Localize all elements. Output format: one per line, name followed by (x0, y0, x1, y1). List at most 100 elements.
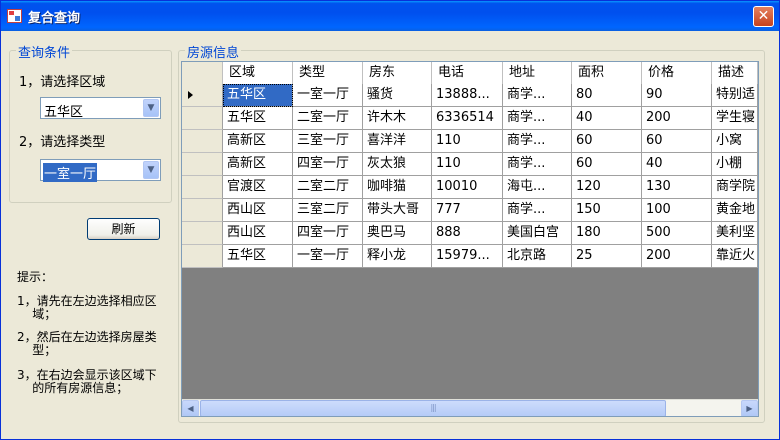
table-cell[interactable]: 777 (432, 199, 503, 222)
table-cell[interactable]: 商学... (503, 153, 572, 176)
table-cell[interactable]: 25 (572, 245, 642, 268)
table-cell[interactable]: 40 (642, 153, 712, 176)
table-cell[interactable]: 500 (642, 222, 712, 245)
row-header[interactable] (182, 107, 223, 130)
column-header-region[interactable]: 区域 (223, 62, 293, 84)
table-cell[interactable]: 10010 (432, 176, 503, 199)
column-header-address[interactable]: 地址 (503, 62, 572, 84)
table-cell[interactable]: 四室一厅 (293, 222, 363, 245)
table-cell[interactable]: 150 (572, 199, 642, 222)
row-header[interactable] (182, 84, 223, 107)
table-cell[interactable]: 带头大哥 (363, 199, 432, 222)
table-cell[interactable]: 奥巴马 (363, 222, 432, 245)
table-cell[interactable]: 110 (432, 153, 503, 176)
table-cell[interactable]: 美国白宫 (503, 222, 572, 245)
table-cell[interactable]: 骚货 (363, 84, 432, 107)
table-cell[interactable]: 180 (572, 222, 642, 245)
table-cell[interactable]: 110 (432, 130, 503, 153)
table-cell[interactable]: 二室二厅 (293, 176, 363, 199)
table-cell[interactable]: 高新区 (223, 130, 293, 153)
scroll-left-icon[interactable]: ◀ (182, 400, 199, 416)
title-bar[interactable]: 复合查询 ✕ (1, 1, 779, 31)
table-cell[interactable]: 靠近火 (712, 245, 758, 268)
row-header[interactable] (182, 176, 223, 199)
table-cell[interactable]: 小棚 (712, 153, 758, 176)
table-cell[interactable]: 一室一厅 (293, 245, 363, 268)
table-cell[interactable]: 释小龙 (363, 245, 432, 268)
table-cell[interactable]: 海屯... (503, 176, 572, 199)
table-cell[interactable]: 100 (642, 199, 712, 222)
table-cell[interactable]: 888 (432, 222, 503, 245)
table-cell[interactable]: 120 (572, 176, 642, 199)
column-header-price[interactable]: 价格 (642, 62, 712, 84)
row-header[interactable] (182, 153, 223, 176)
chevron-down-icon[interactable]: ▼ (143, 99, 159, 117)
table-cell[interactable]: 商学... (503, 84, 572, 107)
region-select[interactable]: 五华区 ▼ (40, 97, 161, 120)
table-cell[interactable]: 西山区 (223, 222, 293, 245)
table-cell[interactable]: 90 (642, 84, 712, 107)
table-row[interactable]: 西山区 三室二厅 带头大哥 777 商学... 150 100 黄金地 (182, 199, 758, 222)
table-cell[interactable]: 13888... (432, 84, 503, 107)
column-header-type[interactable]: 类型 (293, 62, 363, 84)
table-cell[interactable]: 商学院 (712, 176, 758, 199)
table-cell[interactable]: 60 (572, 153, 642, 176)
table-cell[interactable]: 200 (642, 245, 712, 268)
listing-grid[interactable]: 区域 类型 房东 电话 地址 面积 价格 描述 五华区 一室一厅 骚货 13888..… (181, 61, 759, 417)
table-cell[interactable]: 黄金地 (712, 199, 758, 222)
table-cell[interactable]: 60 (572, 130, 642, 153)
table-row[interactable]: 高新区 四室一厅 灰太狼 110 商学... 60 40 小棚 (182, 153, 758, 176)
table-cell[interactable]: 高新区 (223, 153, 293, 176)
table-row[interactable]: 官渡区 二室二厅 咖啡猫 10010 海屯... 120 130 商学院 (182, 176, 758, 199)
table-cell[interactable]: 五华区 (223, 84, 293, 107)
table-row[interactable]: 高新区 三室一厅 喜洋洋 110 商学... 60 60 小窝 (182, 130, 758, 153)
table-cell[interactable]: 特别适 (712, 84, 758, 107)
table-cell[interactable]: 五华区 (223, 245, 293, 268)
table-cell[interactable]: 五华区 (223, 107, 293, 130)
table-cell[interactable]: 商学... (503, 199, 572, 222)
column-header-phone[interactable]: 电话 (432, 62, 503, 84)
table-cell[interactable]: 200 (642, 107, 712, 130)
table-cell[interactable]: 喜洋洋 (363, 130, 432, 153)
table-cell[interactable]: 40 (572, 107, 642, 130)
table-cell[interactable]: 四室一厅 (293, 153, 363, 176)
table-cell[interactable]: 咖啡猫 (363, 176, 432, 199)
column-header-area[interactable]: 面积 (572, 62, 642, 84)
table-cell[interactable]: 15979... (432, 245, 503, 268)
table-cell[interactable]: 北京路 (503, 245, 572, 268)
scroll-right-icon[interactable]: ▶ (741, 400, 758, 416)
type-select[interactable]: 一室一厅 ▼ (40, 159, 161, 182)
row-header[interactable] (182, 130, 223, 153)
table-cell[interactable]: 6336514 (432, 107, 503, 130)
table-cell[interactable]: 三室二厅 (293, 199, 363, 222)
row-header[interactable] (182, 245, 223, 268)
row-header[interactable] (182, 222, 223, 245)
refresh-button[interactable]: 刷新 (87, 218, 160, 240)
table-cell[interactable]: 二室一厅 (293, 107, 363, 130)
chevron-down-icon[interactable]: ▼ (143, 161, 159, 179)
table-cell[interactable]: 学生寝 (712, 107, 758, 130)
table-cell[interactable]: 商学... (503, 107, 572, 130)
table-cell[interactable]: 西山区 (223, 199, 293, 222)
table-cell[interactable]: 一室一厅 (293, 84, 363, 107)
table-row[interactable]: 五华区 一室一厅 骚货 13888... 商学... 80 90 特别适 (182, 84, 758, 107)
table-cell[interactable]: 小窝 (712, 130, 758, 153)
table-row[interactable]: 西山区 四室一厅 奥巴马 888 美国白宫 180 500 美利坚 (182, 222, 758, 245)
table-cell[interactable]: 60 (642, 130, 712, 153)
column-header-description[interactable]: 描述 (712, 62, 758, 84)
horizontal-scrollbar[interactable]: ◀ ||| ▶ (182, 399, 758, 416)
table-row[interactable]: 五华区 二室一厅 许木木 6336514 商学... 40 200 学生寝 (182, 107, 758, 130)
scrollbar-thumb[interactable]: ||| (200, 400, 666, 416)
close-button[interactable]: ✕ (753, 6, 774, 27)
table-cell[interactable]: 80 (572, 84, 642, 107)
table-cell[interactable]: 美利坚 (712, 222, 758, 245)
table-cell[interactable]: 官渡区 (223, 176, 293, 199)
table-cell[interactable]: 三室一厅 (293, 130, 363, 153)
table-row[interactable]: 五华区 一室一厅 释小龙 15979... 北京路 25 200 靠近火 (182, 245, 758, 268)
table-cell[interactable]: 灰太狼 (363, 153, 432, 176)
table-cell[interactable]: 商学... (503, 130, 572, 153)
row-header[interactable] (182, 199, 223, 222)
table-cell[interactable]: 130 (642, 176, 712, 199)
table-cell[interactable]: 许木木 (363, 107, 432, 130)
column-header-landlord[interactable]: 房东 (363, 62, 432, 84)
